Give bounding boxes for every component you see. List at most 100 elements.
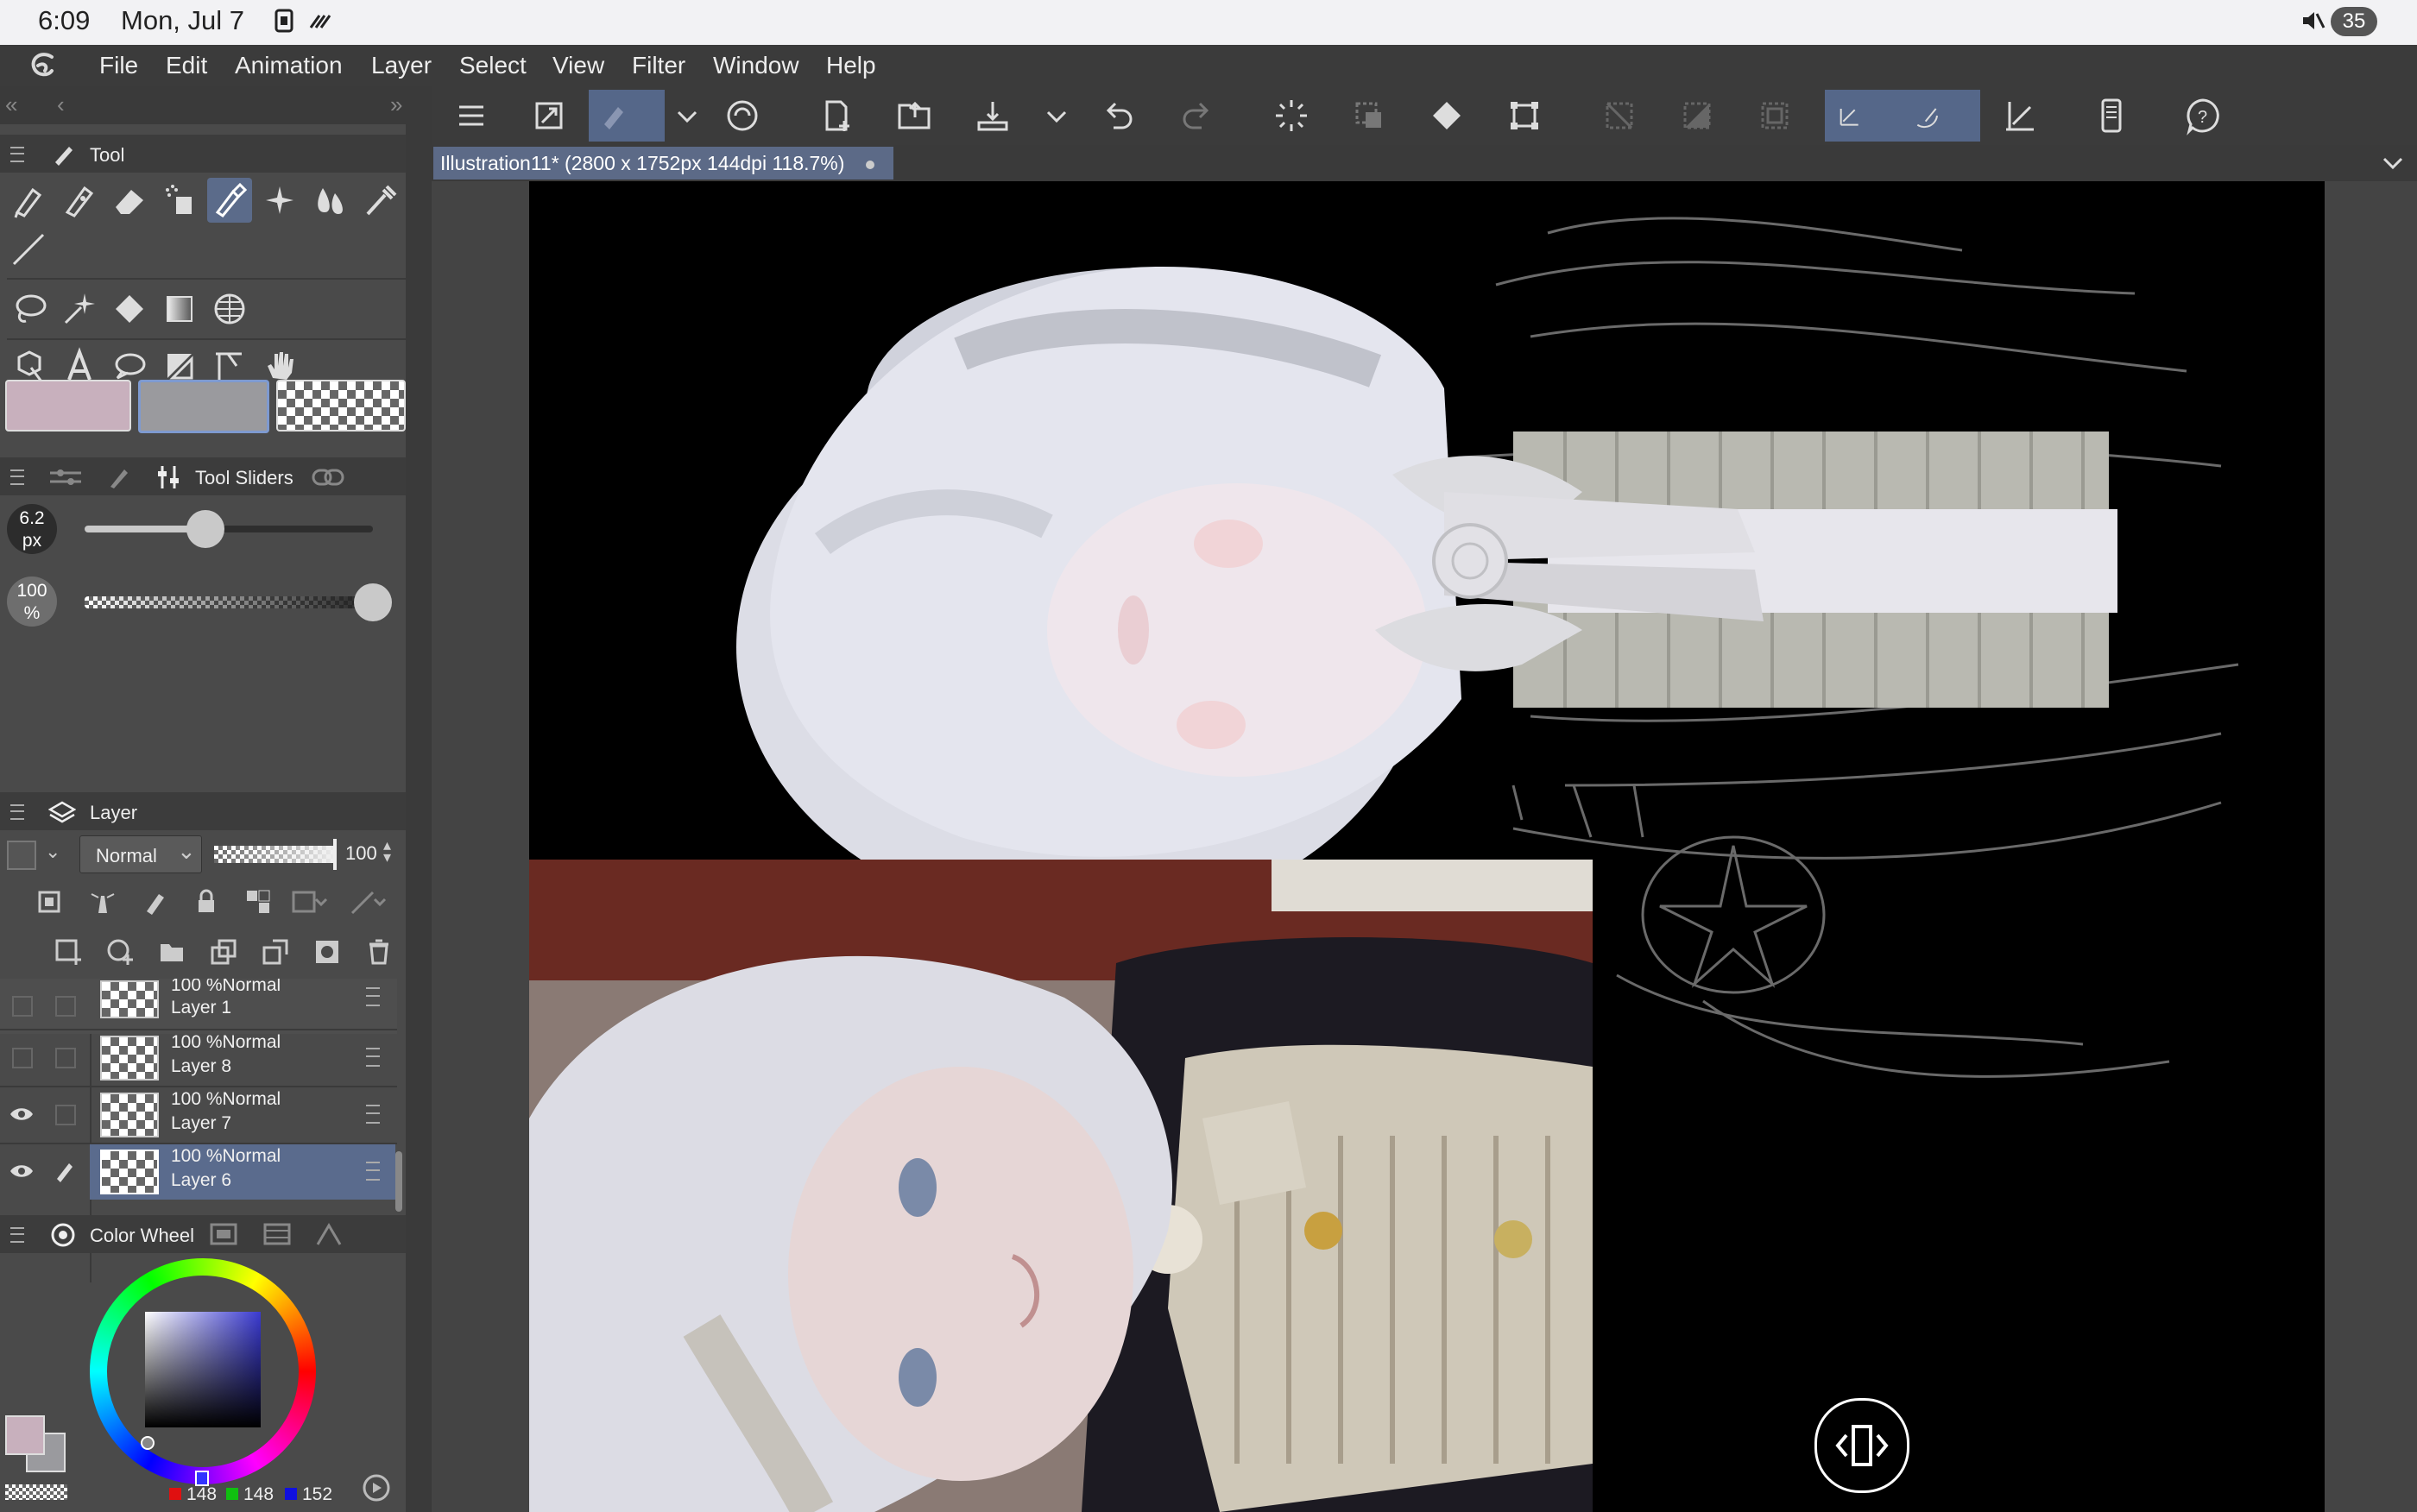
companion-mode-icon[interactable]	[716, 90, 768, 142]
app-logo-icon[interactable]	[26, 50, 60, 81]
hamburger-menu-icon[interactable]	[445, 90, 497, 142]
fill-bucket-icon[interactable]	[1421, 90, 1473, 142]
pen-icon[interactable]	[7, 178, 52, 223]
transparent-color-mini[interactable]	[5, 1484, 67, 1500]
layer-menu-icon[interactable]	[366, 1162, 380, 1181]
menu-layer[interactable]: Layer	[371, 52, 432, 79]
layer-menu-icon[interactable]	[366, 1048, 380, 1067]
mesh-icon[interactable]	[207, 287, 252, 331]
opacity-knob[interactable]	[354, 583, 392, 621]
fit-window-icon[interactable]	[523, 90, 575, 142]
delete-layer-icon[interactable]	[364, 937, 394, 967]
chevron-down-icon[interactable]	[661, 90, 697, 142]
pencil-icon[interactable]	[57, 178, 102, 223]
sub-tool-detail-tab-icon[interactable]	[105, 464, 133, 490]
color-set-tab-icon[interactable]	[209, 1222, 238, 1246]
saturation-value-square[interactable]	[145, 1312, 261, 1427]
sparkle-icon[interactable]	[257, 178, 302, 223]
menu-select[interactable]: Select	[459, 52, 527, 79]
transparent-color-swatch[interactable]	[276, 380, 406, 432]
blend-icon[interactable]	[307, 178, 352, 223]
reference-layer-icon[interactable]	[35, 887, 64, 917]
lock-transparent-icon[interactable]	[243, 887, 273, 917]
lighthouse-icon[interactable]	[88, 887, 117, 917]
blend-mode-select[interactable]: Normal ⌄	[79, 835, 202, 873]
redo-icon[interactable]	[1171, 90, 1222, 142]
menu-file[interactable]: File	[99, 52, 138, 79]
layer-menu-icon[interactable]	[366, 1105, 380, 1124]
tool-property-tab-icon[interactable]	[47, 466, 85, 488]
draft-layer-icon[interactable]	[140, 887, 169, 917]
side-panel-toggle-button[interactable]	[1814, 1398, 1909, 1493]
lock-icon[interactable]	[192, 887, 221, 917]
snap-ruler-icon[interactable]	[1825, 90, 1903, 142]
undo-icon[interactable]	[1093, 90, 1145, 142]
clip-layer-icon[interactable]	[290, 887, 338, 917]
chevron-down-icon[interactable]	[1031, 90, 1067, 142]
merge-down-icon[interactable]	[209, 937, 238, 967]
main-color-swatch[interactable]	[5, 380, 131, 432]
layer-color-box[interactable]	[7, 841, 36, 870]
panel-divider[interactable]	[406, 86, 432, 1512]
menu-view[interactable]: View	[552, 52, 604, 79]
gradient-icon[interactable]	[157, 287, 202, 331]
new-canvas-icon[interactable]	[811, 90, 863, 142]
spray-icon[interactable]	[157, 178, 202, 223]
new-raster-layer-icon[interactable]	[54, 937, 83, 967]
menu-filter[interactable]: Filter	[632, 52, 685, 79]
layer-row[interactable]: 100 %Normal Layer 7	[0, 1086, 397, 1143]
new-folder-icon[interactable]	[157, 937, 186, 967]
document-tab[interactable]: Illustration11* (2800 x 1752px 144dpi 11…	[433, 147, 893, 180]
layer-opacity-handle[interactable]	[333, 839, 337, 870]
layer-opacity-value[interactable]: 100	[345, 842, 377, 865]
duplicate-layer-icon[interactable]	[261, 937, 290, 967]
transform-icon[interactable]	[1499, 90, 1550, 142]
chevron-down-icon[interactable]	[2379, 150, 2407, 176]
sub-color-swatch[interactable]	[138, 380, 269, 433]
brush-size-knob[interactable]	[186, 510, 225, 548]
intermediate-color-tab-icon[interactable]	[262, 1222, 292, 1246]
color-mode-icon[interactable]	[361, 1472, 392, 1503]
clear-selection-icon[interactable]	[1593, 90, 1645, 142]
open-folder-icon[interactable]	[889, 90, 941, 142]
lasso-icon[interactable]	[7, 287, 52, 331]
layer-menu-icon[interactable]	[366, 987, 380, 1006]
panel-grip-icon[interactable]	[10, 469, 24, 485]
layer-row[interactable]: 100 %Normal Layer 8	[0, 1029, 397, 1086]
reference-photo[interactable]	[529, 860, 1593, 1512]
device-settings-icon[interactable]	[2086, 90, 2137, 142]
main-color-mini[interactable]	[5, 1415, 45, 1455]
edit-toggle[interactable]	[55, 1048, 76, 1068]
panel-grip-icon[interactable]	[10, 804, 24, 820]
quick-access-brush-icon[interactable]	[589, 90, 665, 142]
new-vector-layer-icon[interactable]	[105, 937, 135, 967]
create-mask-icon[interactable]	[312, 937, 342, 967]
collapse-right-icon[interactable]: »	[390, 91, 402, 118]
menu-window[interactable]: Window	[713, 52, 799, 79]
menu-edit[interactable]: Edit	[166, 52, 207, 79]
layer-row-selected[interactable]: 100 %Normal Layer 6	[0, 1143, 397, 1200]
snap-special-ruler-icon[interactable]	[1903, 90, 1980, 142]
invert-selection-icon[interactable]	[1671, 90, 1723, 142]
chevron-left-icon[interactable]: ‹	[57, 91, 65, 118]
chevron-down-icon[interactable]: ⌄	[45, 841, 60, 863]
panel-grip-icon[interactable]	[10, 147, 24, 162]
eyedropper-icon[interactable]	[357, 178, 402, 223]
stepper-icon[interactable]: ▴ ▾	[383, 837, 391, 865]
selection-border-icon[interactable]	[1749, 90, 1801, 142]
fill-icon[interactable]	[107, 287, 152, 331]
edit-pen-icon[interactable]	[52, 1158, 78, 1184]
visibility-toggle[interactable]	[12, 1048, 33, 1068]
collapse-left-icon[interactable]: «	[5, 91, 17, 118]
export-icon[interactable]	[967, 90, 1019, 142]
edit-toggle[interactable]	[55, 996, 76, 1017]
sv-cursor[interactable]	[141, 1436, 155, 1450]
eye-icon[interactable]	[9, 1158, 35, 1184]
eraser-icon[interactable]	[107, 178, 152, 223]
menu-help[interactable]: Help	[826, 52, 876, 79]
visibility-toggle[interactable]	[12, 996, 33, 1017]
edit-toggle[interactable]	[55, 1105, 76, 1125]
menu-animation[interactable]: Animation	[235, 52, 343, 79]
brush-icon[interactable]	[207, 178, 252, 223]
panel-grip-icon[interactable]	[10, 1227, 24, 1243]
